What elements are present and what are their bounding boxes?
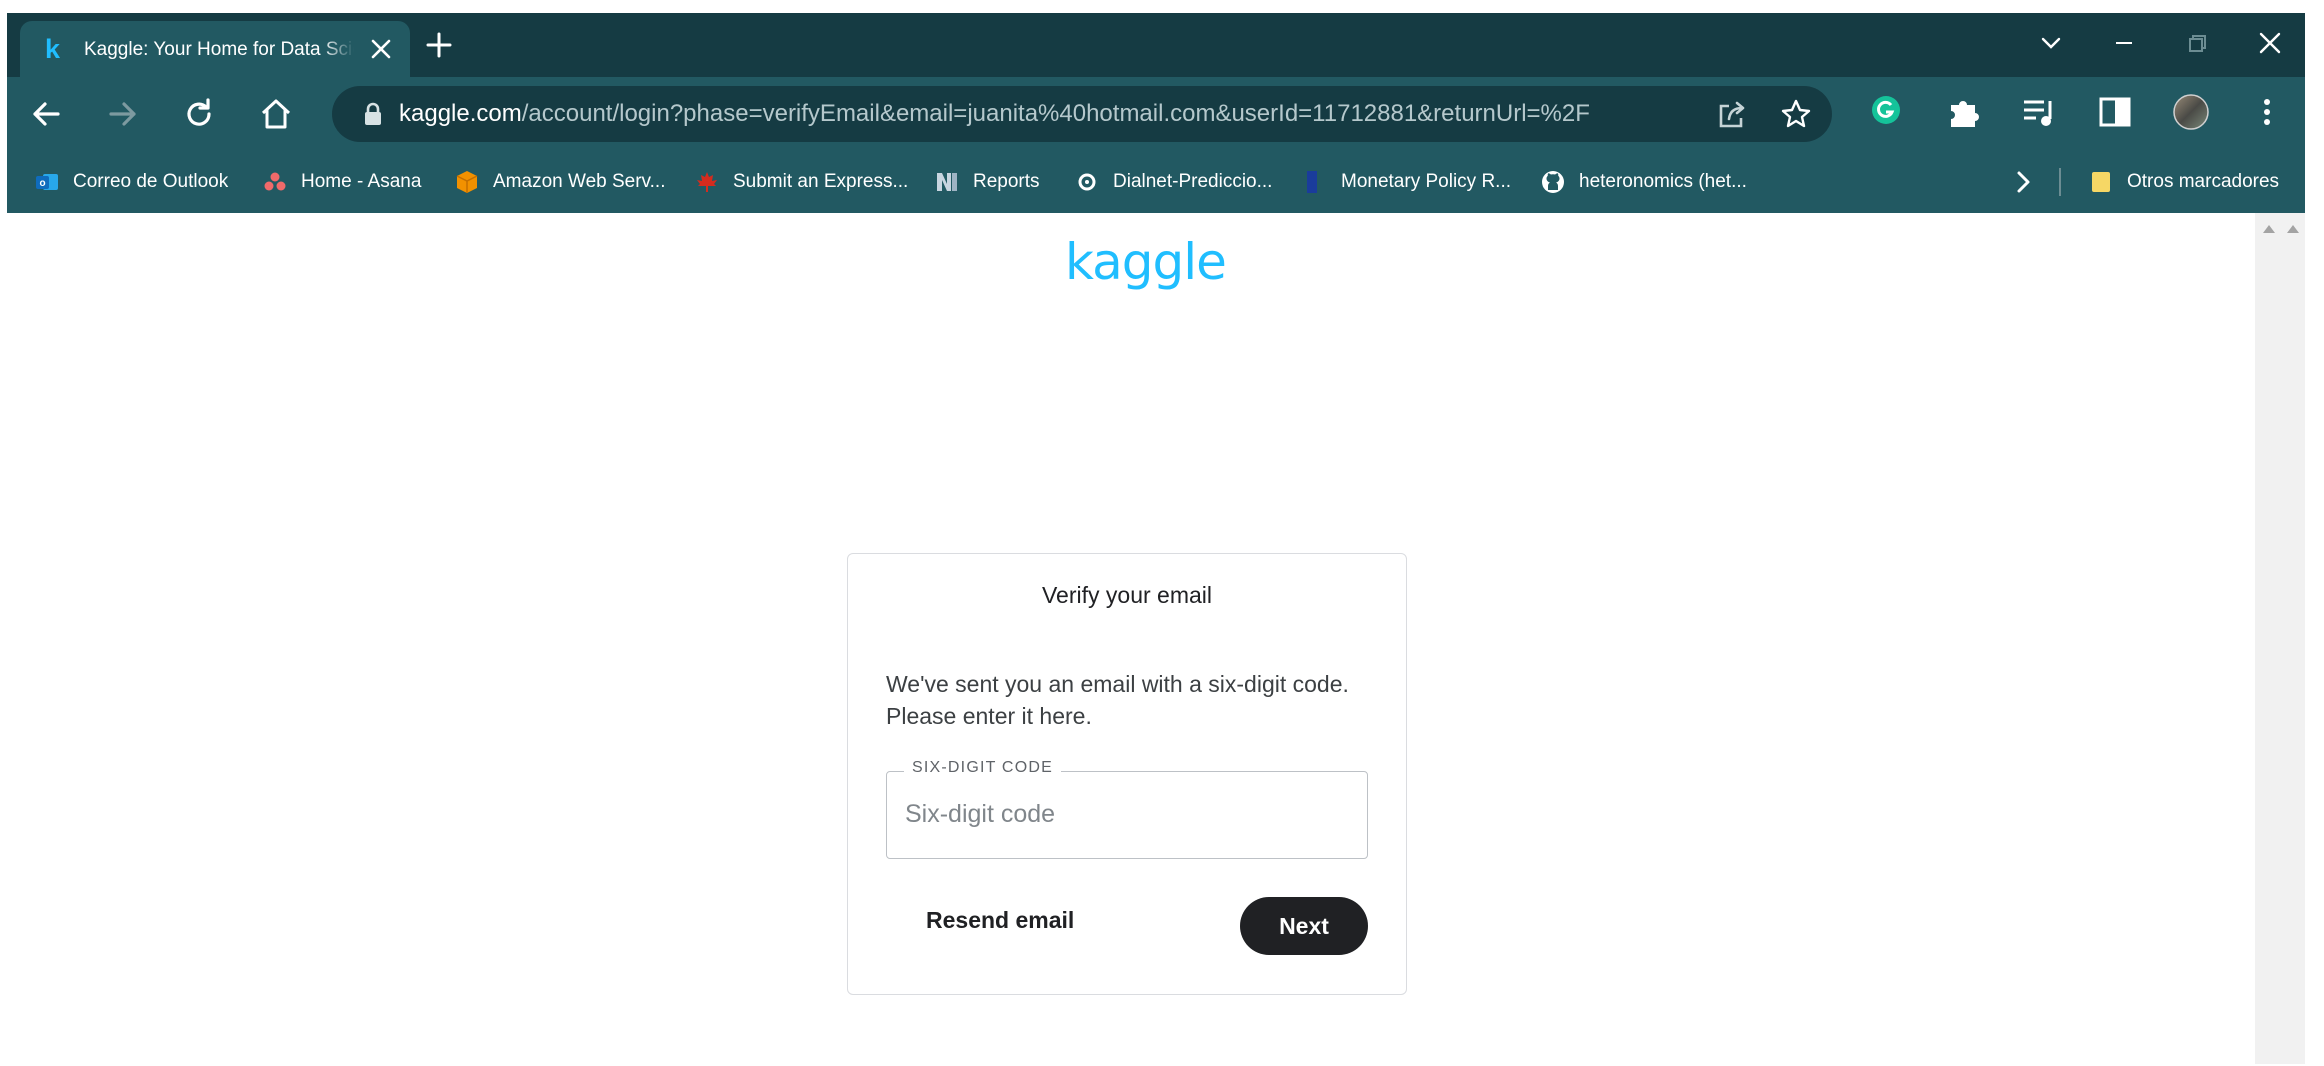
bookmark-label: Submit an Express...	[733, 171, 909, 192]
chevron-right-icon[interactable]	[2009, 168, 2037, 196]
bookmark-label: Reports	[973, 171, 1040, 192]
kaggle-favicon-icon: k	[45, 34, 61, 64]
bookmark-reports[interactable]: Reports	[935, 168, 1040, 196]
asana-icon	[263, 170, 287, 194]
resend-email-button[interactable]: Resend email	[908, 900, 1092, 940]
grammarly-icon[interactable]	[1869, 93, 1911, 135]
bookmark-label: Amazon Web Serv...	[493, 171, 666, 192]
tab-title: Kaggle: Your Home for Data Science	[84, 39, 354, 60]
side-panel-icon[interactable]	[2096, 93, 2138, 135]
browser-toolbar: kaggle.com/account/login?phase=verifyEma…	[7, 77, 2305, 151]
description-line-1: We've sent you an email with a six-digit…	[886, 671, 1349, 697]
bookmark-label: Monetary Policy R...	[1341, 171, 1511, 192]
six-digit-code-input[interactable]	[905, 792, 1345, 836]
page-content: kaggle Verify your email We've sent you …	[7, 213, 2255, 1064]
bookmark-label: Otros marcadores	[2127, 171, 2280, 192]
bookmark-canada[interactable]: Submit an Express...	[695, 168, 908, 196]
extensions-puzzle-icon[interactable]	[1945, 93, 1987, 135]
bookmark-label: Home - Asana	[301, 171, 422, 192]
scroll-up-arrow-icon[interactable]	[2287, 225, 2299, 233]
field-label: SIX-DIGIT CODE	[904, 759, 1061, 777]
svg-text:o: o	[39, 178, 45, 189]
bookmark-other-folder[interactable]: Otros marcadores	[2089, 168, 2279, 196]
bookmark-asana[interactable]: Home - Asana	[263, 168, 421, 196]
card-description: We've sent you an email with a six-digit…	[886, 668, 1376, 732]
bookmark-label: Correo de Outlook	[73, 171, 229, 192]
verify-email-card: Verify your email We've sent you an emai…	[847, 553, 1407, 995]
folder-icon	[2089, 170, 2113, 194]
kaggle-logo[interactable]: kaggle	[1065, 233, 1227, 291]
forward-arrow-icon[interactable]	[102, 93, 144, 135]
bookmark-github[interactable]: heteronomics (het...	[1541, 168, 1747, 196]
kebab-menu-icon[interactable]	[2248, 93, 2290, 135]
profile-avatar[interactable]	[2172, 93, 2214, 135]
bookmark-label: heteronomics (het...	[1579, 171, 1747, 192]
lock-icon[interactable]	[364, 102, 382, 131]
tab-search-chevron-icon[interactable]	[2029, 25, 2073, 61]
back-arrow-icon[interactable]	[25, 93, 67, 135]
bookmark-outlook[interactable]: o Correo de Outlook	[35, 168, 228, 196]
scroll-up-arrow-icon[interactable]	[2263, 225, 2275, 233]
url-domain: kaggle.com	[399, 100, 522, 127]
bookmark-blue-icon	[1303, 170, 1327, 194]
aws-icon	[455, 170, 479, 194]
bookmark-monetary-policy[interactable]: Monetary Policy R...	[1303, 168, 1511, 196]
bookmark-aws[interactable]: Amazon Web Serv...	[455, 168, 665, 196]
description-line-2: Please enter it here.	[886, 703, 1092, 729]
next-button[interactable]: Next	[1240, 897, 1368, 955]
six-digit-code-field[interactable]: SIX-DIGIT CODE	[886, 759, 1368, 859]
address-bar[interactable]: kaggle.com/account/login?phase=verifyEma…	[332, 86, 1832, 142]
maple-leaf-icon	[695, 170, 719, 194]
media-queue-icon[interactable]	[2020, 93, 2062, 135]
tab-close-icon[interactable]	[368, 36, 394, 62]
url-text[interactable]: kaggle.com/account/login?phase=verifyEma…	[399, 100, 1590, 128]
new-tab-button[interactable]	[425, 31, 453, 59]
outlook-icon: o	[35, 170, 59, 194]
tab-kaggle[interactable]: k Kaggle: Your Home for Data Science	[20, 21, 410, 77]
scrollbar[interactable]	[2255, 213, 2305, 1064]
close-window-icon[interactable]	[2248, 25, 2292, 61]
card-title: Verify your email	[1041, 582, 1212, 608]
url-path: /account/login?phase=verifyEmail&email=j…	[521, 100, 1590, 127]
share-icon[interactable]	[1715, 97, 1749, 131]
restore-icon[interactable]	[2175, 25, 2219, 61]
bookmarks-divider	[2059, 168, 2061, 196]
bookmark-dialnet[interactable]: Dialnet-Prediccio...	[1075, 168, 1272, 196]
bookmarks-bar: o Correo de Outlook Home - Asana Amazon …	[7, 151, 2305, 213]
reload-icon[interactable]	[178, 93, 220, 135]
reports-icon	[935, 170, 959, 194]
github-icon	[1541, 170, 1565, 194]
bookmark-label: Dialnet-Prediccio...	[1113, 171, 1273, 192]
browser-window: k Kaggle: Your Home for Data Science	[7, 13, 2305, 1064]
bookmark-star-icon[interactable]	[1779, 97, 1813, 131]
home-icon[interactable]	[255, 93, 297, 135]
tab-strip: k Kaggle: Your Home for Data Science	[7, 13, 2305, 77]
dialnet-icon	[1075, 170, 1099, 194]
minimize-icon[interactable]	[2102, 25, 2146, 61]
